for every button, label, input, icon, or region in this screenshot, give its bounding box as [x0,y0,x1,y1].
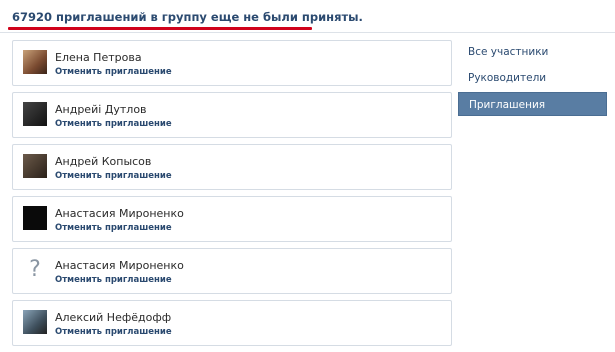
title-underline [8,27,312,30]
invitee-name[interactable]: Анастасия Мироненко [55,259,184,272]
group-members-menu: Все участники Руководители Приглашения [458,40,607,118]
avatar[interactable] [23,310,47,334]
invitee-name[interactable]: Алексий Нефёдофф [55,311,171,324]
invitation-card: Елена Петрова Отменить приглашение [12,40,452,86]
cancel-invitation-link[interactable]: Отменить приглашение [55,171,172,181]
header-divider [0,32,615,33]
invitation-card: Анастасия Мироненко Отменить приглашение [12,196,452,242]
invitation-card: ? Анастасия Мироненко Отменить приглашен… [12,248,452,294]
avatar[interactable] [23,102,47,126]
menu-item-all-members[interactable]: Все участники [458,40,607,64]
invitee-name[interactable]: Елена Петрова [55,51,142,64]
invitation-card: Андрей Копысов Отменить приглашение [12,144,452,190]
avatar[interactable] [23,206,47,230]
placeholder-avatar-icon[interactable]: ? [23,258,47,282]
cancel-invitation-link[interactable]: Отменить приглашение [55,223,172,233]
cancel-invitation-link[interactable]: Отменить приглашение [55,119,172,129]
invitee-name[interactable]: Анастасия Мироненко [55,207,184,220]
menu-item-managers[interactable]: Руководители [458,66,607,90]
invitee-name[interactable]: Андрей Копысов [55,155,151,168]
invitation-card: Алексий Нефёдофф Отменить приглашение [12,300,452,346]
invitee-name[interactable]: Андрейі Дутлов [55,103,147,116]
avatar[interactable] [23,50,47,74]
cancel-invitation-link[interactable]: Отменить приглашение [55,275,172,285]
menu-item-invitations[interactable]: Приглашения [458,92,607,116]
page-title: 67920 приглашений в группу еще не были п… [12,10,363,24]
invitation-list: Елена Петрова Отменить приглашение Андре… [12,40,452,352]
invitation-card: Андрейі Дутлов Отменить приглашение [12,92,452,138]
avatar[interactable] [23,154,47,178]
cancel-invitation-link[interactable]: Отменить приглашение [55,67,172,77]
